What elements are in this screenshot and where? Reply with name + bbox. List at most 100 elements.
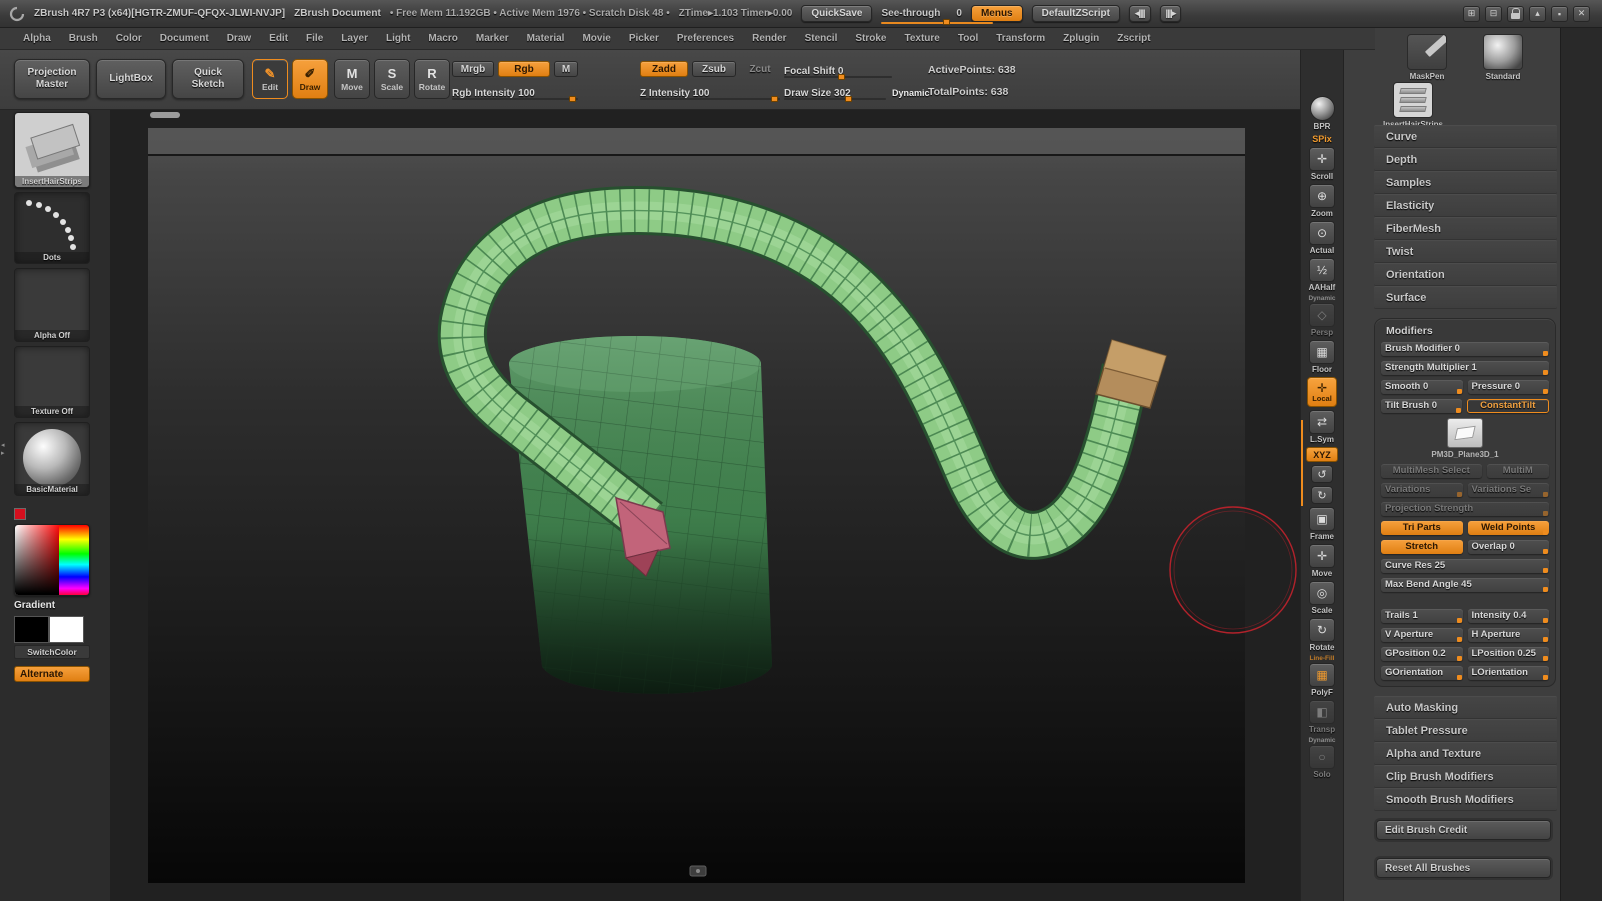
- menu-edit[interactable]: Edit: [260, 33, 297, 44]
- section-depth[interactable]: Depth: [1374, 148, 1557, 171]
- divider-left-icon[interactable]: ⊞: [1463, 6, 1480, 22]
- inserthairstrips-brush-thumbnail[interactable]: InsertHairStrips: [1380, 82, 1446, 129]
- draw-mode-button[interactable]: ✐ Draw: [292, 59, 328, 99]
- lightbox-button[interactable]: LightBox: [96, 59, 166, 99]
- draw-size-handle[interactable]: [845, 96, 852, 102]
- v-aperture-slider[interactable]: V Aperture: [1381, 628, 1463, 642]
- rotate-mode-button[interactable]: R Rotate: [414, 59, 450, 99]
- divider-right-icon[interactable]: ⊟: [1485, 6, 1502, 22]
- max-bend-angle-slider[interactable]: Max Bend Angle 45: [1381, 578, 1549, 592]
- multimesh-select-button[interactable]: MultiMesh Select: [1381, 464, 1482, 478]
- minimize-icon[interactable]: ▪: [1551, 6, 1568, 22]
- edit-mode-button[interactable]: ✎ Edit: [252, 59, 288, 99]
- z-intensity-slider[interactable]: Z Intensity 100: [640, 83, 780, 101]
- scale-view-button[interactable]: ◎ Scale: [1309, 581, 1335, 615]
- strength-multiplier-slider[interactable]: Strength Multiplier 1: [1381, 361, 1549, 375]
- section-twist[interactable]: Twist: [1374, 240, 1557, 263]
- solo-button[interactable]: Dynamic ○ Solo: [1308, 737, 1335, 779]
- mrgb-button[interactable]: Mrgb: [452, 61, 494, 77]
- menu-zscript[interactable]: Zscript: [1108, 33, 1159, 44]
- section-auto-masking[interactable]: Auto Masking: [1374, 696, 1557, 719]
- current-brush-thumbnail[interactable]: InsertHairStrips: [14, 112, 90, 188]
- brush-modifier-slider[interactable]: Brush Modifier 0: [1381, 342, 1549, 356]
- hue-strip[interactable]: [59, 525, 89, 596]
- local-transform-button[interactable]: ✛ Local: [1307, 377, 1337, 407]
- xyz-symmetry-button[interactable]: XYZ: [1306, 447, 1338, 462]
- lorientation-slider[interactable]: LOrientation: [1468, 666, 1550, 680]
- variations-slider[interactable]: Variations: [1381, 483, 1463, 497]
- lposition-slider[interactable]: LPosition 0.25: [1468, 647, 1550, 661]
- gradient-label[interactable]: Gradient: [14, 600, 55, 611]
- menu-render[interactable]: Render: [743, 33, 795, 44]
- menu-alpha[interactable]: Alpha: [14, 33, 60, 44]
- floor-grid-button[interactable]: ▦ Floor: [1309, 340, 1335, 374]
- menu-tool[interactable]: Tool: [949, 33, 987, 44]
- alternate-button[interactable]: Alternate: [14, 666, 90, 682]
- menu-stencil[interactable]: Stencil: [796, 33, 847, 44]
- gposition-slider[interactable]: GPosition 0.2: [1381, 647, 1463, 661]
- actual-size-button[interactable]: ⊙ Actual: [1309, 221, 1335, 255]
- multimesh-preview-thumbnail[interactable]: [1447, 418, 1483, 448]
- dynamic-label[interactable]: Dynamic: [892, 88, 930, 98]
- bpr-render-button[interactable]: BPR: [1310, 96, 1335, 131]
- polyframe-button[interactable]: Line-Fill ▦ PolyF: [1309, 655, 1335, 697]
- tray-scroll-right-button[interactable]: ||||▸: [1160, 5, 1182, 22]
- weld-points-button[interactable]: Weld Points: [1468, 521, 1550, 535]
- tri-parts-button[interactable]: Tri Parts: [1381, 521, 1463, 535]
- z-intensity-handle[interactable]: [771, 96, 778, 102]
- switch-color-control[interactable]: SwitchColor: [14, 616, 90, 659]
- scale-mode-button[interactable]: S Scale: [374, 59, 410, 99]
- section-surface[interactable]: Surface: [1374, 286, 1557, 309]
- section-tablet-pressure[interactable]: Tablet Pressure: [1374, 719, 1557, 742]
- section-orientation[interactable]: Orientation: [1374, 263, 1557, 286]
- lsym-button[interactable]: ⇄ L.Sym: [1309, 410, 1335, 444]
- focal-shift-slider[interactable]: Focal Shift 0: [784, 61, 892, 79]
- rotate-view-button[interactable]: ↻ Rotate: [1309, 618, 1335, 652]
- move-view-button[interactable]: ✛ Move: [1309, 544, 1335, 578]
- smooth-slider[interactable]: Smooth 0: [1381, 380, 1463, 394]
- menu-texture[interactable]: Texture: [895, 33, 948, 44]
- move-mode-button[interactable]: M Move: [334, 59, 370, 99]
- aahalf-button[interactable]: ½ AAHalf: [1309, 258, 1336, 292]
- collapse-icon[interactable]: ▴: [1529, 6, 1546, 22]
- menu-transform[interactable]: Transform: [987, 33, 1054, 44]
- document-viewport[interactable]: [110, 110, 1300, 901]
- tilt-brush-slider[interactable]: Tilt Brush 0: [1381, 399, 1462, 413]
- stretch-button[interactable]: Stretch: [1381, 540, 1463, 554]
- menu-zplugin[interactable]: Zplugin: [1054, 33, 1108, 44]
- canvas-scroll-handle[interactable]: [150, 112, 180, 118]
- multimesh-button[interactable]: MultiM: [1487, 464, 1549, 478]
- current-alpha-thumbnail[interactable]: Alpha Off: [14, 268, 90, 342]
- menus-toggle[interactable]: Menus: [971, 5, 1023, 22]
- section-smooth-brush-modifiers[interactable]: Smooth Brush Modifiers: [1374, 788, 1557, 811]
- quick-sketch-button[interactable]: Quick Sketch: [172, 59, 244, 99]
- quicksave-button[interactable]: QuickSave: [801, 5, 872, 22]
- section-samples[interactable]: Samples: [1374, 171, 1557, 194]
- default-zscript-button[interactable]: DefaultZScript: [1032, 5, 1120, 22]
- menu-document[interactable]: Document: [151, 33, 218, 44]
- menu-brush[interactable]: Brush: [60, 33, 107, 44]
- menu-file[interactable]: File: [297, 33, 332, 44]
- focal-shift-handle[interactable]: [838, 74, 845, 80]
- lock-icon[interactable]: [1507, 6, 1524, 22]
- zcut-button[interactable]: Zcut: [740, 61, 780, 77]
- right-tray[interactable]: [1560, 28, 1602, 901]
- menu-macro[interactable]: Macro: [419, 33, 466, 44]
- scroll-button[interactable]: ✛ Scroll: [1309, 147, 1335, 181]
- curve-res-slider[interactable]: Curve Res 25: [1381, 559, 1549, 573]
- see-through-handle[interactable]: [943, 19, 950, 25]
- tray-divider-highlight[interactable]: [1301, 420, 1303, 506]
- section-alpha-and-texture[interactable]: Alpha and Texture: [1374, 742, 1557, 765]
- menu-draw[interactable]: Draw: [218, 33, 260, 44]
- variations-seed-slider[interactable]: Variations Se: [1468, 483, 1550, 497]
- tray-scroll-left-button[interactable]: ◂||||: [1129, 5, 1151, 22]
- modifiers-section-title[interactable]: Modifiers: [1378, 322, 1552, 342]
- rgb-intensity-slider[interactable]: Rgb Intensity 100: [452, 83, 578, 101]
- projection-strength-slider[interactable]: Projection Strength: [1381, 502, 1549, 516]
- zsub-button[interactable]: Zsub: [692, 61, 736, 77]
- edit-brush-credit-button[interactable]: Edit Brush Credit: [1376, 820, 1551, 840]
- intensity-slider[interactable]: Intensity 0.4: [1468, 609, 1550, 623]
- overlap-slider[interactable]: Overlap 0: [1468, 540, 1550, 554]
- menu-layer[interactable]: Layer: [332, 33, 377, 44]
- close-icon[interactable]: ✕: [1573, 6, 1590, 22]
